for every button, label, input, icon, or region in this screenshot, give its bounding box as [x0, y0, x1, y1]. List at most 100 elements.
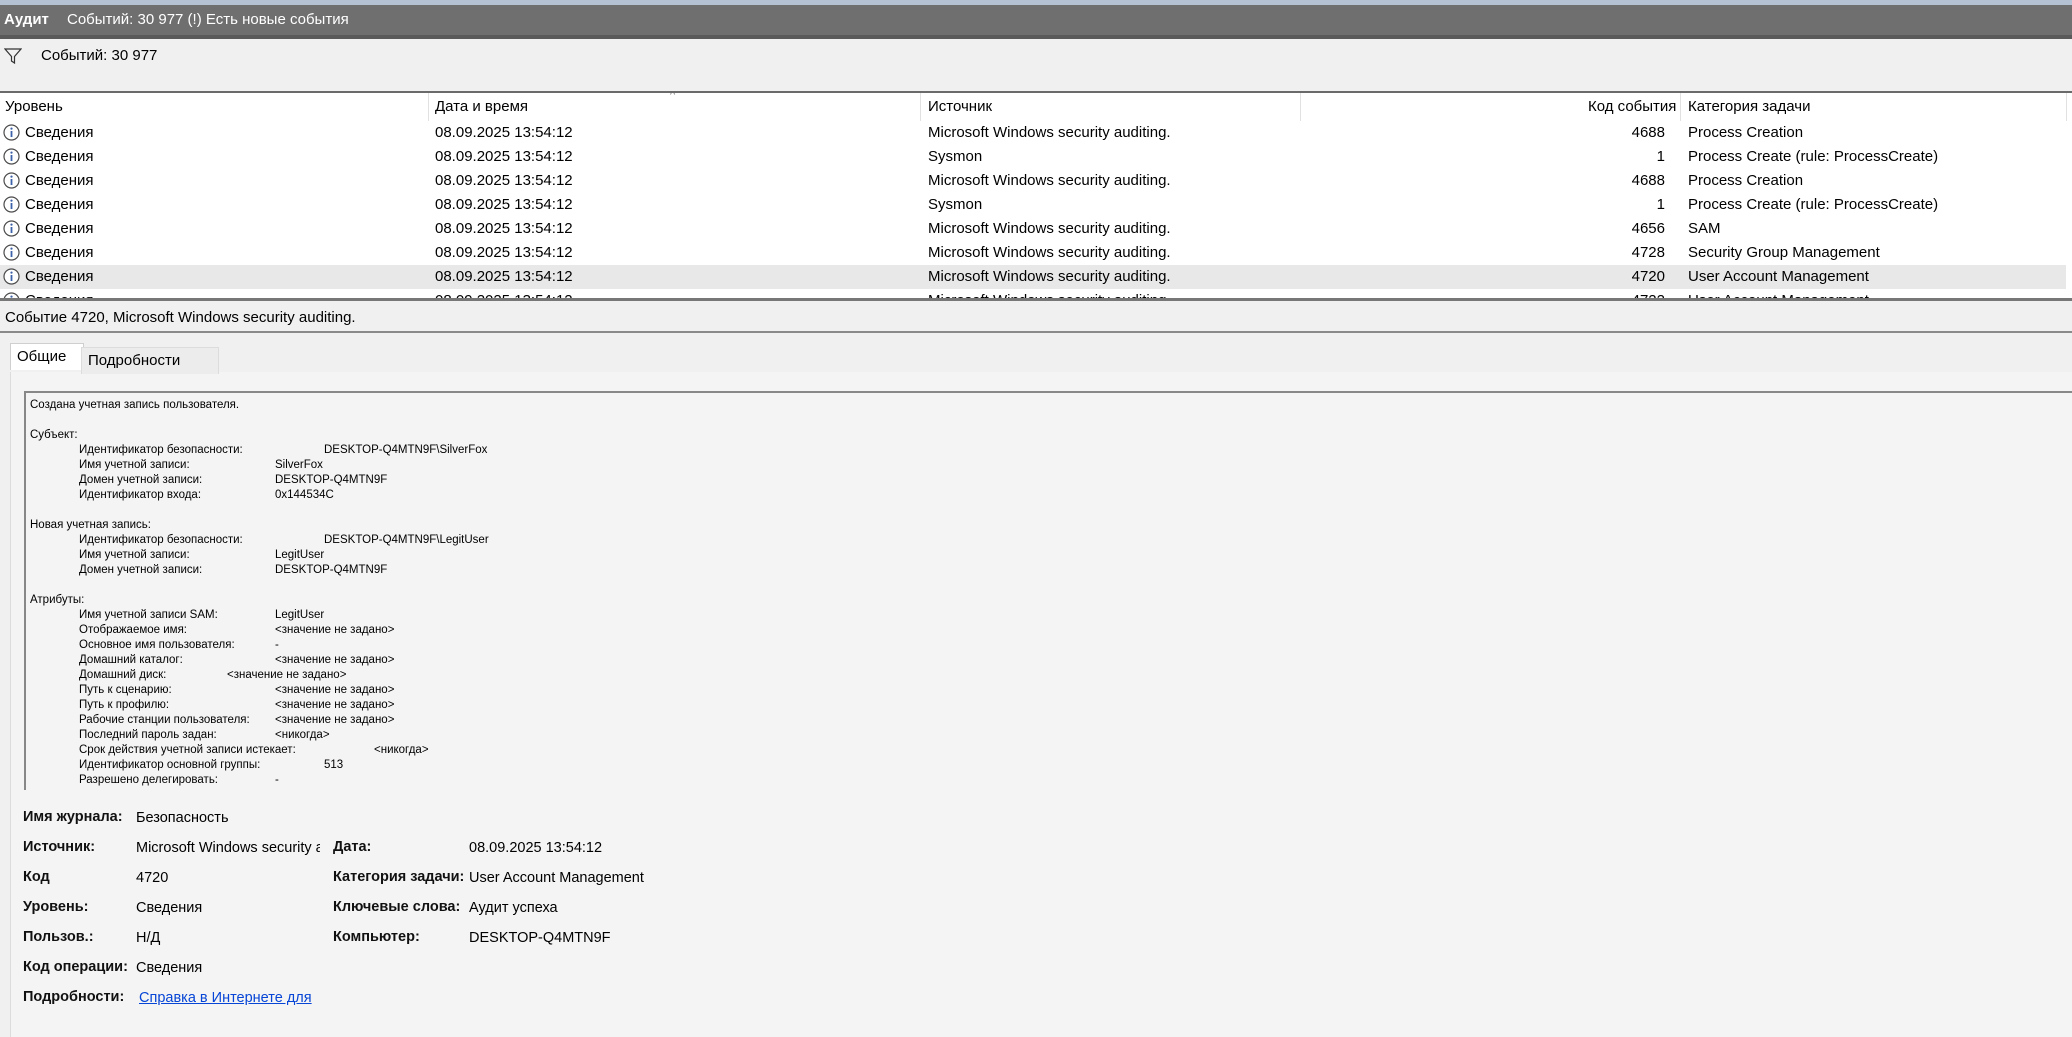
- subject-logon-label: Идентификатор входа:: [79, 489, 202, 501]
- cell-datetime: 08.09.2025 13:54:12: [435, 196, 573, 213]
- cell-event-id: 1: [1656, 196, 1665, 213]
- cell-event-id: 4688: [1631, 124, 1665, 141]
- subject-sid-label: Идентификатор безопасности:: [79, 444, 243, 456]
- column-separator[interactable]: [428, 93, 429, 121]
- home-drive-label: Домашний диск:: [79, 669, 167, 681]
- column-level[interactable]: Уровень: [5, 98, 63, 115]
- cell-event-id: 4656: [1631, 220, 1665, 237]
- cell-task-category: Process Creation: [1688, 124, 1804, 141]
- cell-task-category: Security Group Management: [1688, 244, 1880, 261]
- account-expires-label: Срок действия учетной записи истекает:: [79, 744, 296, 756]
- info-icon: [3, 172, 20, 189]
- opcode-value: Сведения: [136, 960, 203, 976]
- pane-title-bar: Аудит Событий: 30 977 (!) Есть новые соб…: [0, 5, 2072, 35]
- cell-level: Сведения: [25, 268, 94, 285]
- column-separator[interactable]: [1300, 93, 1301, 121]
- table-row[interactable]: Сведения 08.09.2025 13:54:12 Microsoft Win…: [0, 217, 2066, 241]
- column-header-row: Уровень Дата и время ^ Источник Код собы…: [0, 93, 2072, 121]
- workstations-value: <значение не задано>: [275, 714, 395, 726]
- column-event-id[interactable]: Код события: [1588, 98, 1676, 115]
- event-list[interactable]: Уровень Дата и время ^ Источник Код собы…: [0, 93, 2072, 298]
- pane-title: Аудит: [4, 11, 49, 28]
- description-headline: Создана учетная запись пользователя.: [30, 399, 240, 411]
- table-row[interactable]: Сведения 08.09.2025 13:54:12 Sysmon 1 Proces…: [0, 145, 2066, 169]
- cell-task-category: Process Create (rule: ProcessCreate): [1688, 196, 1939, 213]
- column-task-category[interactable]: Категория задачи: [1688, 98, 1810, 115]
- script-path-label: Путь к сценарию:: [79, 684, 172, 696]
- primary-group-value: 513: [324, 759, 344, 771]
- cell-level: Сведения: [25, 244, 94, 261]
- table-row[interactable]: Сведения08.09.2025 13:54:12Microsoft Win…: [0, 265, 2066, 289]
- more-info-label: Подробности:: [23, 989, 125, 1005]
- cell-source: Sysmon: [928, 148, 983, 165]
- pane-status: Событий: 30 977 (!) Есть новые события: [67, 11, 349, 28]
- opcode-label: Код операции:: [23, 959, 128, 975]
- column-separator[interactable]: [1680, 93, 1681, 121]
- cell-datetime: 08.09.2025 13:54:12: [435, 172, 573, 189]
- cell-task-category: Process Creation: [1688, 172, 1804, 189]
- date-value: 08.09.2025 13:54:12: [469, 840, 603, 856]
- table-row[interactable]: Сведения08.09.2025 13:54:12Microsoft Win…: [0, 169, 2066, 193]
- info-icon: [3, 148, 20, 165]
- code-label: Код: [23, 869, 50, 885]
- computer-value: DESKTOP-Q4MTN9F: [469, 930, 611, 946]
- log-name-value: Безопасность: [136, 810, 229, 826]
- subject-sid: DESKTOP-Q4MTN9F\SilverFox: [324, 444, 488, 456]
- cell-source: Microsoft Windows security auditing.: [928, 172, 1171, 189]
- sort-ascending-icon: ^: [670, 93, 676, 101]
- password-last-set-value: <никогда>: [275, 729, 330, 741]
- task-category-value: User Account Management: [469, 870, 644, 886]
- column-datetime[interactable]: Дата и время: [435, 98, 528, 115]
- column-separator[interactable]: [2066, 93, 2067, 121]
- column-source[interactable]: Источник: [928, 98, 992, 115]
- sam-label: Имя учетной записи SAM:: [79, 609, 218, 621]
- cell-level: Сведения: [25, 196, 94, 213]
- splitter[interactable]: [0, 298, 2072, 301]
- display-name-value: <значение не задано>: [275, 624, 395, 636]
- log-name-label: Имя журнала:: [23, 809, 123, 825]
- account-expires-value: <никогда>: [374, 744, 429, 756]
- new-domain-label: Домен учетной записи:: [79, 564, 203, 576]
- level-value: Сведения: [136, 900, 203, 916]
- subject-domain-label: Домен учетной записи:: [79, 474, 203, 486]
- more-info-link[interactable]: Справка в Интернете для: [139, 990, 312, 1006]
- cell-task-category: Process Create (rule: ProcessCreate): [1688, 148, 1939, 165]
- event-description[interactable]: Создана учетная запись пользователя. Суб…: [24, 391, 2072, 790]
- delegation-label: Разрешено делегировать:: [79, 774, 218, 786]
- cell-datetime: 08.09.2025 13:54:12: [435, 268, 573, 285]
- filter-bar: Событий: 30 977: [0, 39, 2072, 93]
- table-row[interactable]: Сведения 08.09.2025 13:54:12 Sysmon 1 Proces…: [0, 193, 2066, 217]
- keywords-value: Аудит успеха: [469, 900, 558, 916]
- cell-task-category: SAM: [1688, 220, 1721, 237]
- task-category-label: Категория задачи:: [333, 869, 465, 885]
- table-row[interactable]: Сведения08.09.2025 13:54:12Microsoft Win…: [0, 289, 2066, 298]
- user-value: Н/Д: [136, 930, 161, 946]
- event-rows: Сведения 08.09.2025 13:54:12 Microsoft Win…: [0, 121, 2072, 298]
- filter-icon[interactable]: [3, 47, 23, 70]
- selected-event-title: Событие 4720, Microsoft Windows security…: [5, 309, 356, 326]
- cell-level: Сведения: [25, 220, 94, 237]
- info-icon: [3, 124, 20, 141]
- table-row[interactable]: Сведения08.09.2025 13:54:12Microsoft Win…: [0, 241, 2066, 265]
- profile-path-value: <значение не задано>: [275, 699, 395, 711]
- cell-datetime: 08.09.2025 13:54:12: [435, 124, 573, 141]
- upn-value: -: [275, 639, 279, 651]
- info-icon: [3, 268, 20, 285]
- user-label: Пользов.:: [23, 929, 94, 945]
- table-row[interactable]: Сведения08.09.2025 13:54:12Microsoft Win…: [0, 121, 2066, 145]
- workstations-label: Рабочие станции пользователя:: [79, 714, 250, 726]
- column-separator[interactable]: [920, 93, 921, 121]
- cell-datetime: 08.09.2025 13:54:12: [435, 148, 573, 165]
- delegation-value: -: [275, 774, 279, 786]
- cell-source: Microsoft Windows security auditing.: [928, 124, 1171, 141]
- cell-source: Microsoft Windows security auditing.: [928, 220, 1171, 237]
- info-icon: [3, 220, 20, 237]
- tab-general[interactable]: Общие: [10, 343, 84, 370]
- attributes-header: Атрибуты:: [30, 594, 85, 606]
- cell-source: Microsoft Windows security auditing.: [928, 244, 1171, 261]
- subject-logon: 0x144534C: [275, 489, 334, 501]
- cell-datetime: 08.09.2025 13:54:12: [435, 220, 573, 237]
- home-drive-value: <значение не задано>: [227, 669, 347, 681]
- info-icon: [3, 244, 20, 261]
- tab-details[interactable]: Подробности: [81, 347, 219, 374]
